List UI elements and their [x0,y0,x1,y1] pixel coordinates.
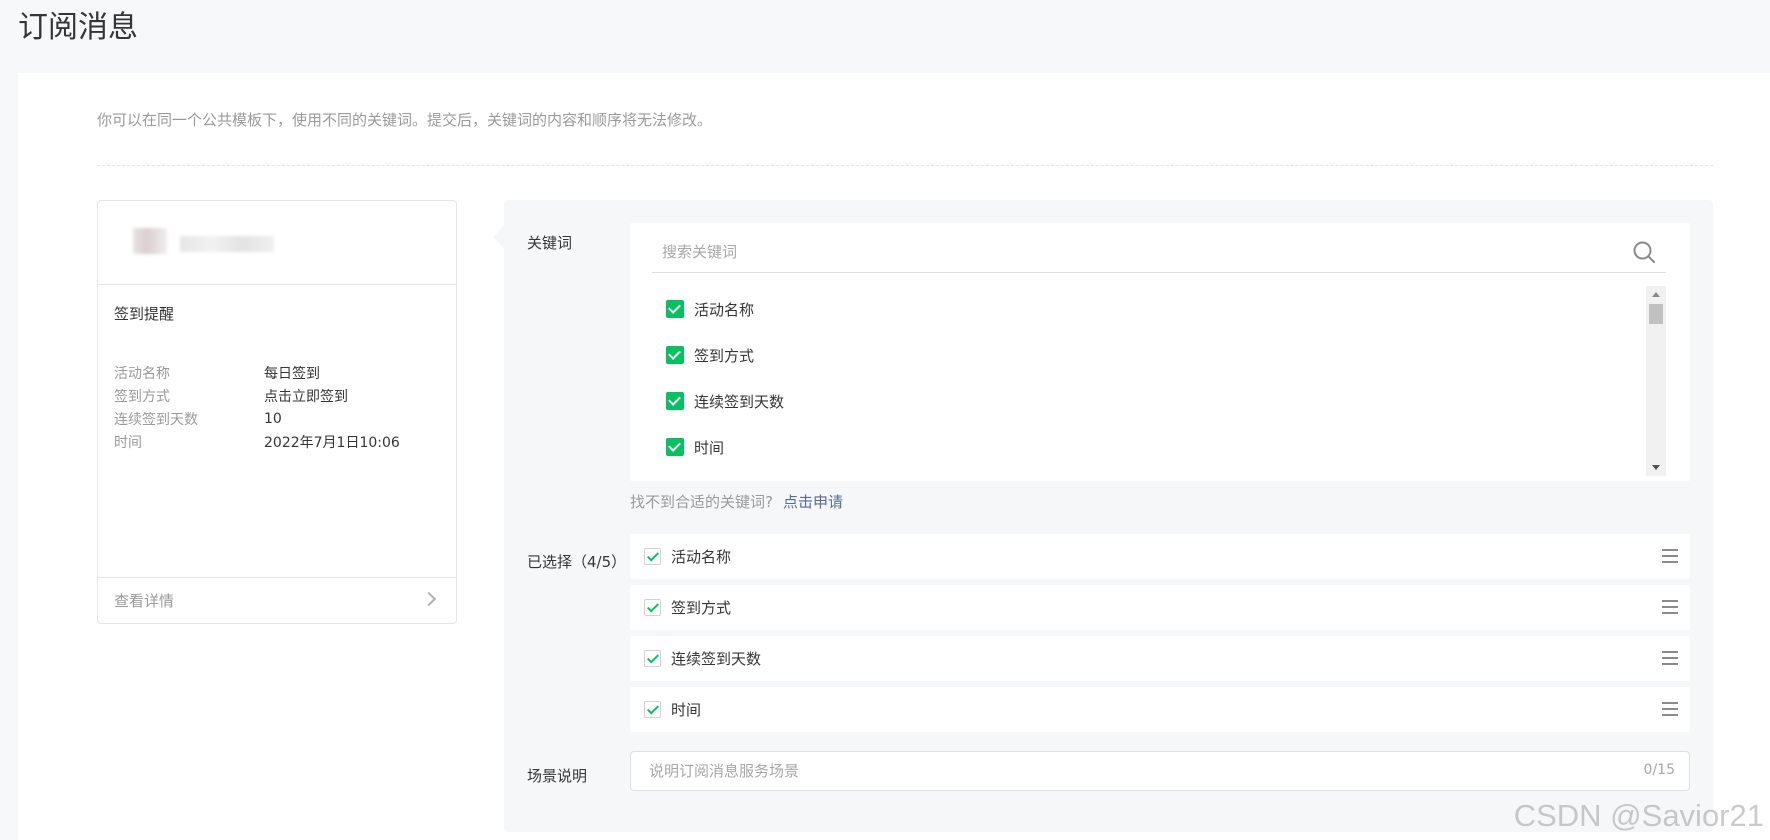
selected-keyword-item[interactable]: 活动名称 [630,534,1690,579]
field-label: 签到方式 [114,388,170,405]
field-label: 连续签到天数 [114,411,198,428]
keyword-option[interactable]: 时间 [666,424,1626,470]
keyword-option-label: 连续签到天数 [694,392,785,411]
panel-pointer-arrow [493,226,504,248]
keyword-option-label: 活动名称 [694,300,755,319]
preview-field-row: 活动名称 每日签到 [114,361,444,384]
checkbox-checked[interactable] [666,438,684,456]
view-details-link[interactable]: 查看详情 [98,577,456,623]
chevron-right-icon [421,591,437,607]
checkbox-checked[interactable] [666,346,684,364]
view-details-label: 查看详情 [114,592,175,610]
drag-handle-icon[interactable] [1662,651,1678,665]
drag-handle-icon[interactable] [1662,549,1678,563]
preview-field-row: 时间 2022年7月1日10:06 [114,430,444,453]
keyword-settings-panel: 关键词 活动名称 签到方式 连 [493,200,1713,832]
scene-description-field: 0/15 [630,751,1690,791]
scroll-down-arrow-icon[interactable] [1652,465,1660,470]
field-value: 2022年7月1日10:06 [264,434,400,451]
keyword-option[interactable]: 连续签到天数 [666,378,1626,424]
search-icon[interactable] [1632,240,1656,264]
keyword-picker: 活动名称 签到方式 连续签到天数 时间 [630,223,1690,481]
selected-label: 已选择（4/5） [527,553,627,571]
scroll-up-arrow-icon[interactable] [1652,292,1660,297]
preview-title: 签到提醒 [114,305,175,323]
keyword-option-label: 签到方式 [694,346,755,365]
keyword-hint: 找不到合适的关键词? 点击申请 [630,491,843,512]
checkbox-checked[interactable] [644,599,661,616]
avatar [133,228,167,254]
page-title: 订阅消息 [18,10,138,45]
keyword-option[interactable]: 签到方式 [666,332,1626,378]
scroll-thumb[interactable] [1649,304,1663,324]
field-label: 时间 [114,434,142,451]
selected-keyword-item[interactable]: 连续签到天数 [630,636,1690,681]
divider [97,165,1713,166]
field-value: 每日签到 [264,365,320,382]
keyword-list: 活动名称 签到方式 连续签到天数 时间 [666,286,1626,470]
keyword-search-input[interactable] [662,237,1562,267]
char-counter: 0/15 [1643,762,1675,778]
scene-label: 场景说明 [527,767,588,785]
keywords-label: 关键词 [527,234,573,252]
field-value: 点击立即签到 [264,388,348,405]
scene-description-input[interactable] [649,758,1589,784]
selected-keyword-label: 签到方式 [671,599,732,617]
drag-handle-icon[interactable] [1662,702,1678,716]
tip-text: 你可以在同一个公共模板下，使用不同的关键词。提交后，关键词的内容和顺序将无法修改… [97,111,713,129]
checkbox-checked[interactable] [644,650,661,667]
selected-keyword-label: 活动名称 [671,548,732,566]
keyword-search [652,231,1666,273]
account-name-blurred [180,236,274,252]
checkbox-checked[interactable] [644,701,661,718]
selected-keyword-item[interactable]: 签到方式 [630,585,1690,630]
drag-handle-icon[interactable] [1662,600,1678,614]
keyword-list-scrollbar[interactable] [1646,286,1666,476]
checkbox-checked[interactable] [644,548,661,565]
keyword-hint-text: 找不到合适的关键词? [630,493,773,511]
checkbox-checked[interactable] [666,392,684,410]
preview-field-row: 连续签到天数 10 [114,407,444,430]
message-preview-card: 签到提醒 活动名称 每日签到 签到方式 点击立即签到 连续签到天数 10 时间 … [97,200,457,624]
preview-field-row: 签到方式 点击立即签到 [114,384,444,407]
selected-keyword-label: 连续签到天数 [671,650,762,668]
preview-header [98,201,456,285]
preview-fields: 活动名称 每日签到 签到方式 点击立即签到 连续签到天数 10 时间 2022年… [114,361,444,453]
selected-keyword-list: 活动名称 签到方式 连续签到天数 时间 [630,534,1690,738]
keyword-option-label: 时间 [694,438,725,457]
main-card: 你可以在同一个公共模板下，使用不同的关键词。提交后，关键词的内容和顺序将无法修改… [18,73,1770,840]
keyword-option[interactable]: 活动名称 [666,286,1626,332]
apply-keyword-link[interactable]: 点击申请 [783,493,843,511]
selected-keyword-label: 时间 [671,701,702,719]
selected-keyword-item[interactable]: 时间 [630,687,1690,732]
watermark: CSDN @Savior21 [1513,798,1764,833]
checkbox-checked[interactable] [666,300,684,318]
field-value: 10 [264,410,282,427]
field-label: 活动名称 [114,365,170,382]
